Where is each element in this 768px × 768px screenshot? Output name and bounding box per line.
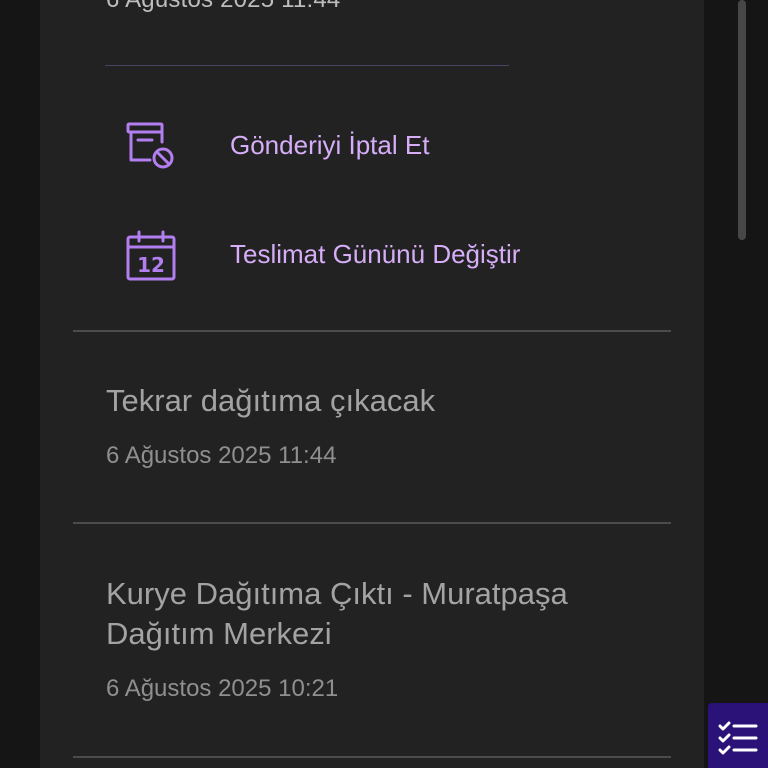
cancel-shipment-label: Gönderiyi İptal Et xyxy=(230,130,430,160)
event-date: 6 Ağustos 2025 10:21 xyxy=(106,675,339,702)
event-title: Kurye Dağıtıma Çıktı - Muratpaşa Dağıtım… xyxy=(106,576,568,651)
calendar-day-number: 12 xyxy=(137,253,165,277)
checklist-icon xyxy=(718,721,758,755)
cancel-shipment-icon xyxy=(126,122,174,169)
calendar-icon: 12 xyxy=(126,230,176,281)
app-screen: 6 Ağustos 2025 11:44 Gönderiyi İptal Et xyxy=(0,0,768,768)
event-divider xyxy=(73,522,671,524)
change-delivery-day-label: Teslimat Gününü Değiştir xyxy=(230,239,521,269)
checklist-button[interactable] xyxy=(708,703,768,768)
change-delivery-day-button[interactable]: 12 Teslimat Gününü Değiştir xyxy=(40,220,704,290)
cancel-shipment-button[interactable]: Gönderiyi İptal Et xyxy=(40,111,704,181)
scrollbar-thumb[interactable] xyxy=(738,0,746,240)
tracking-card: 6 Ağustos 2025 11:44 Gönderiyi İptal Et xyxy=(40,0,704,768)
previous-event-date: 6 Ağustos 2025 11:44 xyxy=(106,0,340,14)
event-title: Tekrar dağıtıma çıkacak xyxy=(106,383,436,418)
section-divider xyxy=(73,330,671,332)
actions-divider xyxy=(105,65,509,66)
event-date: 6 Ağustos 2025 11:44 xyxy=(106,442,337,469)
event-divider xyxy=(73,756,671,758)
